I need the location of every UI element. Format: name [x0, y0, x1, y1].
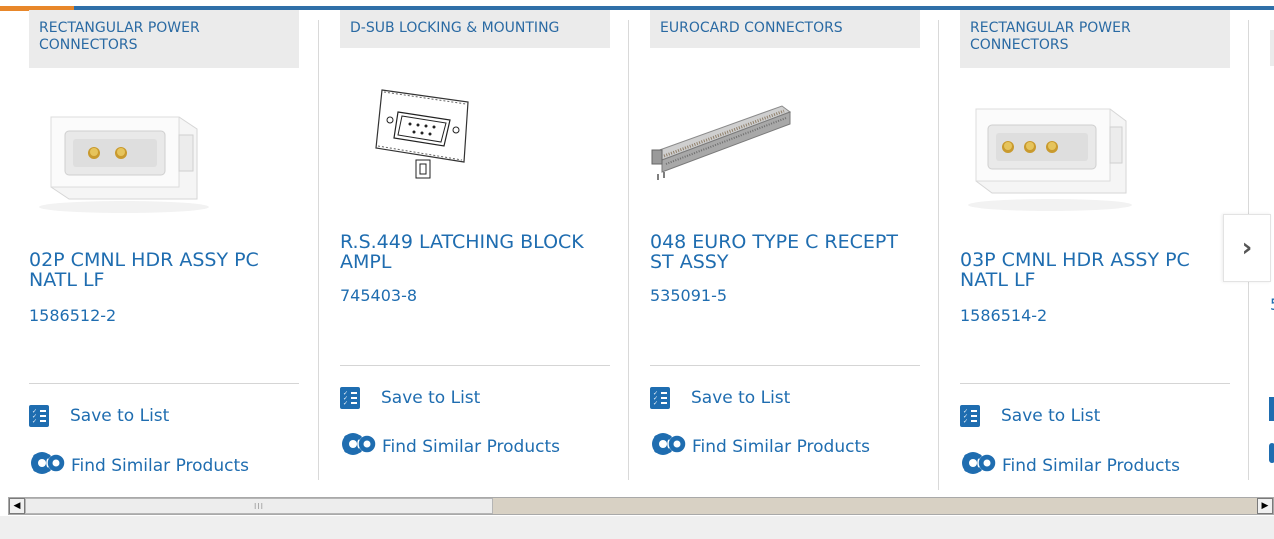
product-image[interactable]: [650, 80, 840, 200]
scroll-right-arrow-icon[interactable]: ▶: [1257, 498, 1273, 514]
find-similar-button[interactable]: Find Similar Products: [960, 450, 1180, 481]
scrollbar-thumb[interactable]: III: [25, 498, 493, 514]
scroll-left-arrow-icon[interactable]: ◀: [9, 498, 25, 514]
product-category[interactable]: EUROCARD CONNECTORS: [650, 10, 920, 48]
product-card: EUROCARD CONNECTORS 048 EURO TYPE C RECE…: [650, 10, 940, 486]
checklist-icon: ✓ ✓ ✓: [960, 405, 980, 427]
gears-icon: [650, 431, 688, 462]
horizontal-scrollbar[interactable]: ◀ III ▶: [8, 497, 1274, 515]
find-similar-label: Find Similar Products: [71, 455, 249, 476]
partial-checklist-icon: [1269, 397, 1274, 421]
checklist-icon: ✓ ✓ ✓: [650, 387, 670, 409]
product-carousel: RECTANGULAR POWER CONNECTORS 02P CMNL HD…: [0, 10, 1274, 490]
product-image[interactable]: [340, 80, 530, 200]
partial-part-number[interactable]: 5: [1270, 295, 1274, 314]
product-title[interactable]: 02P CMNL HDR ASSY PC NATL LF: [29, 250, 299, 290]
product-part-number[interactable]: 535091-5: [650, 286, 727, 305]
partial-gears-icon: [1269, 443, 1274, 463]
carousel-next-button[interactable]: ›: [1223, 214, 1271, 282]
save-to-list-button[interactable]: ✓ ✓ ✓ Save to List: [29, 405, 169, 427]
save-to-list-label: Save to List: [1001, 406, 1101, 426]
product-image[interactable]: [29, 95, 219, 215]
save-to-list-label: Save to List: [691, 388, 791, 408]
find-similar-button[interactable]: Find Similar Products: [650, 431, 870, 462]
checklist-icon: ✓ ✓ ✓: [29, 405, 49, 427]
checklist-icon: ✓ ✓ ✓: [340, 387, 360, 409]
chevron-right-icon: ›: [1241, 233, 1253, 263]
find-similar-button[interactable]: Find Similar Products: [340, 431, 560, 462]
save-to-list-label: Save to List: [70, 406, 170, 426]
partial-category: [1270, 30, 1274, 66]
product-part-number[interactable]: 1586514-2: [960, 306, 1047, 325]
product-title[interactable]: R.S.449 LATCHING BLOCK AMPL: [340, 232, 610, 272]
product-part-number[interactable]: 1586512-2: [29, 306, 116, 325]
card-divider: [29, 383, 299, 384]
card-divider: [340, 365, 610, 366]
card-divider: [650, 365, 920, 366]
save-to-list-label: Save to List: [381, 388, 481, 408]
gears-icon: [29, 450, 67, 481]
find-similar-label: Find Similar Products: [692, 436, 870, 457]
save-to-list-button[interactable]: ✓ ✓ ✓ Save to List: [340, 387, 480, 409]
gears-icon: [960, 450, 998, 481]
find-similar-label: Find Similar Products: [1002, 455, 1180, 476]
save-to-list-button[interactable]: ✓ ✓ ✓ Save to List: [960, 405, 1100, 427]
card-divider: [960, 383, 1230, 384]
product-image[interactable]: [960, 95, 1150, 215]
product-category[interactable]: D-SUB LOCKING & MOUNTING: [340, 10, 610, 48]
find-similar-label: Find Similar Products: [382, 436, 560, 457]
footer-strip: [0, 516, 1274, 539]
scrollbar-grip: III: [253, 501, 265, 511]
save-to-list-button[interactable]: ✓ ✓ ✓ Save to List: [650, 387, 790, 409]
product-card: RECTANGULAR POWER CONNECTORS 03P CMNL HD…: [960, 10, 1250, 486]
product-title[interactable]: 048 EURO TYPE C RECEPT ST ASSY: [650, 232, 920, 272]
product-card: D-SUB LOCKING & MOUNTING R.S.449 LATCHIN…: [340, 10, 630, 486]
product-category[interactable]: RECTANGULAR POWER CONNECTORS: [29, 10, 299, 68]
product-category[interactable]: RECTANGULAR POWER CONNECTORS: [960, 10, 1230, 68]
gears-icon: [340, 431, 378, 462]
product-title[interactable]: 03P CMNL HDR ASSY PC NATL LF: [960, 250, 1230, 290]
product-card: RECTANGULAR POWER CONNECTORS 02P CMNL HD…: [29, 10, 319, 486]
find-similar-button[interactable]: Find Similar Products: [29, 450, 249, 481]
product-part-number[interactable]: 745403-8: [340, 286, 417, 305]
